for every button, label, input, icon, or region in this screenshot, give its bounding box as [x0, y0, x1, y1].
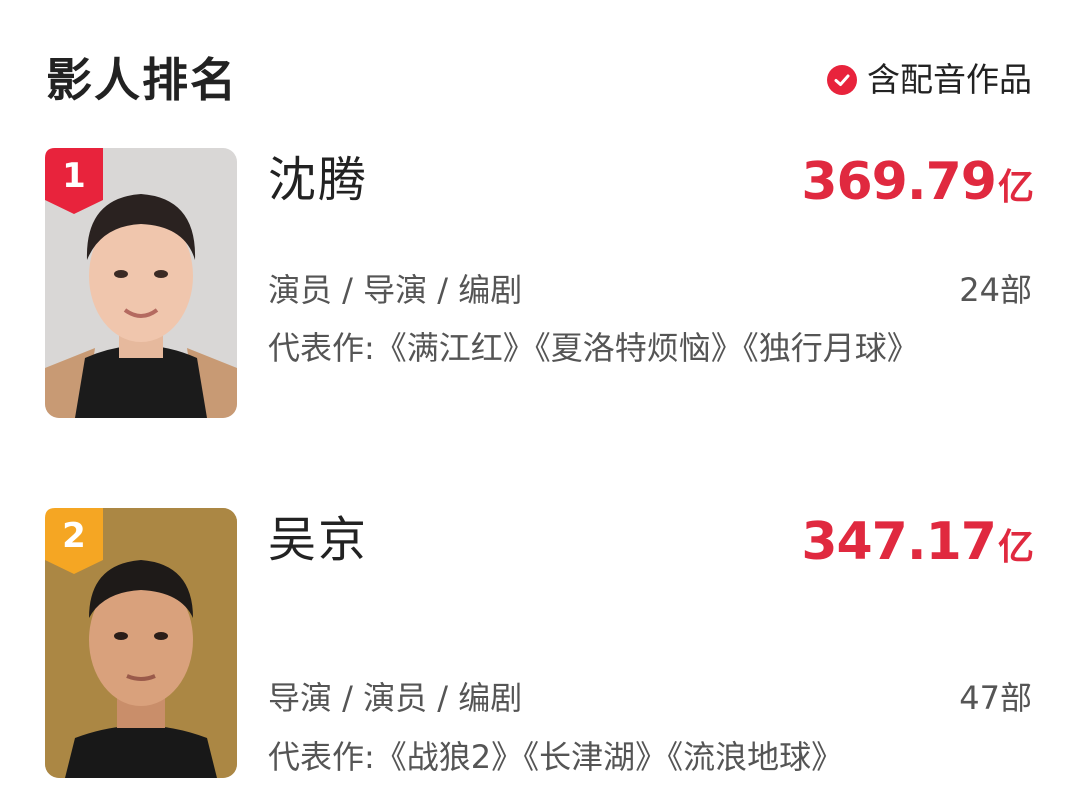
header: 影人排名 含配音作品 [0, 0, 1080, 120]
film-count: 24部 [959, 271, 1032, 309]
representative-works: 代表作:《战狼2》《长津湖》《流浪地球》 [268, 738, 844, 776]
person-name[interactable]: 沈腾 [268, 150, 368, 210]
rank-badge: 1 [45, 148, 103, 214]
roles: 演员 / 导演 / 编剧 [268, 271, 523, 309]
box-office-value: 369.79 [801, 152, 997, 212]
roles: 导演 / 演员 / 编剧 [268, 679, 523, 717]
check-icon [827, 65, 857, 95]
filter-label: 含配音作品 [867, 60, 1032, 99]
box-office-unit: 亿 [997, 167, 1034, 208]
rank-badge: 2 [45, 508, 103, 574]
box-office-unit: 亿 [997, 527, 1034, 568]
representative-works: 代表作:《满江红》《夏洛特烦恼》《独行月球》 [268, 329, 919, 367]
box-office-value: 347.17 [801, 512, 997, 572]
box-office: 369.79亿 [801, 152, 1034, 224]
dubbing-filter-toggle[interactable]: 含配音作品 [827, 58, 1032, 102]
page-title: 影人排名 [46, 53, 238, 107]
rank-number: 2 [62, 516, 86, 556]
box-office: 347.17亿 [801, 512, 1034, 584]
list-item[interactable]: 2 吴京 347.17亿 导演 / 演员 / 编剧 47部 代表作:《战狼2》《… [0, 508, 1080, 788]
rank-number: 1 [62, 156, 86, 196]
person-name[interactable]: 吴京 [268, 510, 368, 570]
list-item[interactable]: 1 沈腾 369.79亿 演员 / 导演 / 编剧 24部 代表作:《满江红》《… [0, 148, 1080, 428]
film-count: 47部 [959, 679, 1032, 717]
